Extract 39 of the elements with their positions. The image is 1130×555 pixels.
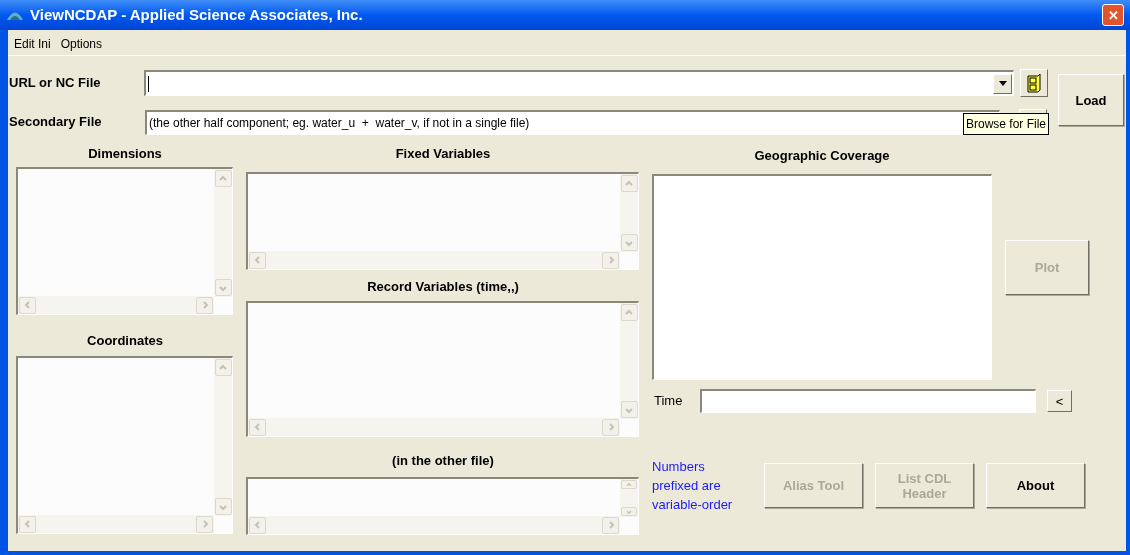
list-box[interactable]	[246, 301, 639, 437]
field-label: Secondary File	[8, 113, 103, 132]
file-cabinet-icon	[1026, 73, 1042, 93]
close-button[interactable]: ✕	[1102, 4, 1124, 26]
list-box[interactable]	[246, 477, 639, 535]
list-box[interactable]	[16, 356, 233, 534]
section-heading: Record Variables (time,,)	[367, 278, 519, 296]
caret-icon	[998, 81, 1007, 86]
horizontal-scrollbar[interactable]	[18, 515, 214, 533]
field-label: URL or NC File	[8, 74, 102, 93]
horizontal-scrollbar[interactable]	[248, 418, 620, 436]
note-text: Numbers prefixed are variable-order	[652, 458, 734, 514]
push-button[interactable]: About	[986, 463, 1085, 508]
list-box[interactable]	[16, 167, 233, 315]
step-button[interactable]: <	[1047, 390, 1072, 412]
dropdown-button[interactable]	[993, 73, 1012, 94]
horizontal-scrollbar[interactable]	[248, 516, 620, 534]
vertical-scrollbar[interactable]	[620, 174, 638, 252]
horizontal-scrollbar[interactable]	[18, 296, 214, 314]
push-button[interactable]: Load	[1058, 74, 1124, 126]
url-combo-box[interactable]	[144, 70, 1014, 96]
browse-button[interactable]	[1020, 69, 1048, 97]
vertical-scrollbar[interactable]	[620, 479, 638, 517]
menu-item[interactable]: Options	[56, 34, 107, 53]
vertical-scrollbar[interactable]	[214, 358, 232, 516]
menu-item[interactable]: Edit Ini	[10, 34, 55, 53]
section-heading: Coordinates	[87, 332, 163, 350]
vertical-scrollbar[interactable]	[214, 169, 232, 297]
section-heading: Geographic Coverage	[754, 147, 890, 165]
window-title: ViewNCDAP - Applied Science Associates, Inc.	[30, 4, 364, 25]
list-box[interactable]	[246, 172, 639, 270]
section-heading: (in the other file)	[392, 452, 494, 470]
field-label: Time	[653, 392, 684, 411]
tooltip: Browse for File	[963, 113, 1050, 135]
vertical-scrollbar[interactable]	[620, 303, 638, 419]
horizontal-scrollbar[interactable]	[248, 251, 620, 269]
section-heading: Dimensions	[88, 145, 162, 163]
time-field[interactable]	[700, 389, 1036, 413]
section-heading: Fixed Variables	[395, 145, 491, 163]
